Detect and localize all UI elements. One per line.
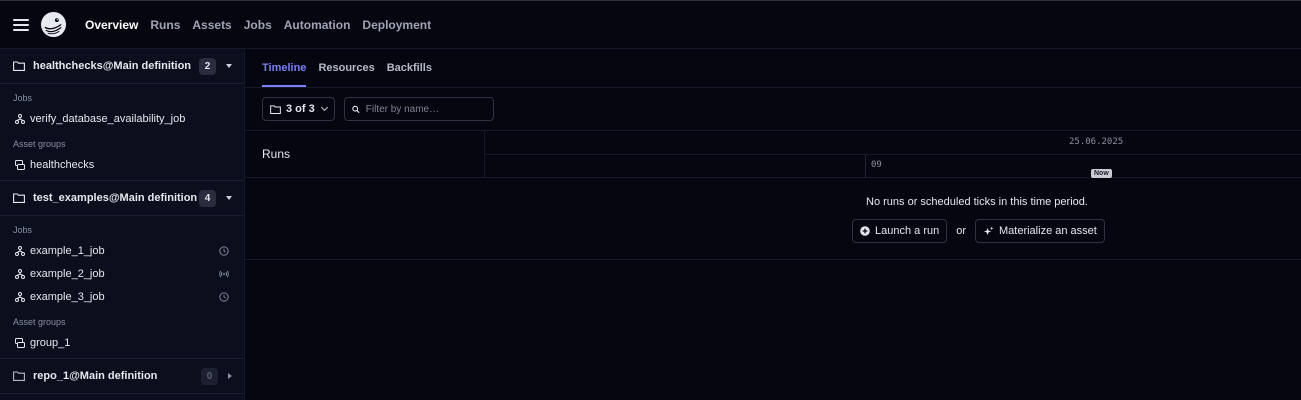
job-label: verify_database_availability_job: [30, 112, 186, 125]
asset-group-label: healthchecks: [30, 158, 95, 171]
date-label: 25.06.2025: [1069, 137, 1124, 147]
main-content: Timeline Resources Backfills 3 of 3 Runs…: [245, 49, 1301, 400]
nav-overview[interactable]: Overview: [85, 18, 138, 32]
job-label: example_3_job: [30, 290, 105, 303]
main-nav: Overview Runs Assets Jobs Automation Dep…: [85, 18, 431, 32]
now-marker: Now: [1091, 169, 1112, 178]
tab-backfills[interactable]: Backfills: [387, 49, 432, 87]
chevron-down-icon: [320, 103, 328, 112]
nav-automation[interactable]: Automation: [284, 18, 351, 32]
job-icon: [15, 268, 25, 279]
caret-down-icon[interactable]: [226, 196, 232, 200]
toolbar: 3 of 3: [245, 88, 1301, 131]
sidebar-job-item[interactable]: example_1_job: [0, 239, 244, 262]
clock-icon[interactable]: [219, 291, 229, 302]
nav-jobs[interactable]: Jobs: [244, 18, 272, 32]
sidebar-asset-group-item[interactable]: healthchecks: [0, 153, 244, 176]
tab-timeline[interactable]: Timeline: [262, 49, 307, 87]
job-label: example_2_job: [30, 267, 105, 280]
clock-icon[interactable]: [219, 245, 229, 256]
repo-count-badge: 0: [201, 367, 218, 385]
asset-group-icon: [15, 337, 25, 348]
sparkle-icon: [983, 225, 994, 235]
hour-tick-label: 09: [865, 155, 882, 178]
repo-contents-healthchecks: Jobs verify_database_availability_job As…: [0, 84, 244, 181]
job-label: example_1_job: [30, 244, 105, 257]
time-axis: 25.06.2025 09 Now: [485, 131, 1301, 178]
asset-group-label: group_1: [30, 336, 71, 349]
empty-state-message: No runs or scheduled ticks in this time …: [866, 196, 1088, 208]
timeline-header: Runs 25.06.2025 09 Now: [245, 131, 1301, 178]
repo-filter-dropdown[interactable]: 3 of 3: [262, 97, 335, 121]
runs-column-label: Runs: [245, 131, 485, 177]
launch-run-button[interactable]: Launch a run: [852, 219, 948, 243]
job-icon: [15, 245, 25, 256]
asset-groups-section-label: Asset groups: [13, 139, 66, 149]
repo-count-badge: 4: [199, 189, 216, 207]
repo-name: test_examples@Main definition: [33, 192, 198, 204]
caret-down-icon[interactable]: [226, 64, 232, 68]
jobs-section-label: Jobs: [13, 93, 33, 103]
materialize-asset-button[interactable]: Materialize an asset: [975, 219, 1105, 243]
nav-deployment[interactable]: Deployment: [362, 18, 431, 32]
repo-filter-label: 3 of 3: [286, 103, 315, 115]
menu-icon[interactable]: [13, 18, 29, 31]
jobs-section-label: Jobs: [13, 225, 33, 235]
sidebar-job-item[interactable]: verify_database_availability_job: [0, 107, 244, 130]
tab-bar: Timeline Resources Backfills: [245, 49, 1301, 88]
repo-count-badge: 2: [199, 57, 216, 75]
repo-header-repo-1[interactable]: repo_1@Main definition 0: [0, 359, 244, 394]
sidebar-job-item[interactable]: example_2_job: [0, 262, 244, 285]
empty-state-actions: Launch a run or Materialize an asset: [852, 219, 1105, 243]
repo-contents-test-examples: Jobs example_1_job example_2_job example…: [0, 216, 244, 359]
job-icon: [15, 113, 25, 124]
nav-assets[interactable]: Assets: [192, 18, 231, 32]
sensor-icon[interactable]: [219, 269, 229, 279]
or-separator: or: [956, 225, 966, 237]
repo-name: healthchecks@Main definition: [33, 60, 192, 72]
caret-right-icon[interactable]: [228, 373, 232, 379]
search-box[interactable]: [343, 97, 494, 121]
date-row: 25.06.2025: [485, 131, 1301, 155]
top-navigation-bar: Overview Runs Assets Jobs Automation Dep…: [0, 0, 1301, 49]
asset-groups-section-label: Asset groups: [13, 317, 66, 327]
folder-icon: [13, 61, 25, 71]
repo-header-test-examples[interactable]: test_examples@Main definition 4: [0, 181, 244, 216]
tab-resources[interactable]: Resources: [318, 49, 374, 87]
job-icon: [15, 291, 25, 302]
repo-header-healthchecks[interactable]: healthchecks@Main definition 2: [0, 49, 244, 84]
sidebar-job-item[interactable]: example_3_job: [0, 285, 244, 308]
repo-name: repo_1@Main definition: [33, 370, 158, 382]
asset-group-icon: [15, 159, 25, 170]
launch-run-label: Launch a run: [875, 225, 940, 237]
search-input[interactable]: [365, 103, 486, 115]
nav-runs[interactable]: Runs: [150, 18, 180, 32]
add-circle-icon: [860, 226, 870, 236]
folder-icon: [13, 193, 25, 203]
empty-state: No runs or scheduled ticks in this time …: [245, 178, 1301, 260]
search-icon: [352, 105, 360, 113]
hour-row: 09 Now: [485, 155, 1301, 178]
sidebar: healthchecks@Main definition 2 Jobs veri…: [0, 49, 245, 400]
folder-icon: [13, 371, 25, 381]
materialize-asset-label: Materialize an asset: [999, 225, 1097, 237]
dagster-logo-icon[interactable]: [40, 11, 67, 38]
sidebar-asset-group-item[interactable]: group_1: [0, 331, 244, 354]
folder-icon: [270, 104, 281, 114]
